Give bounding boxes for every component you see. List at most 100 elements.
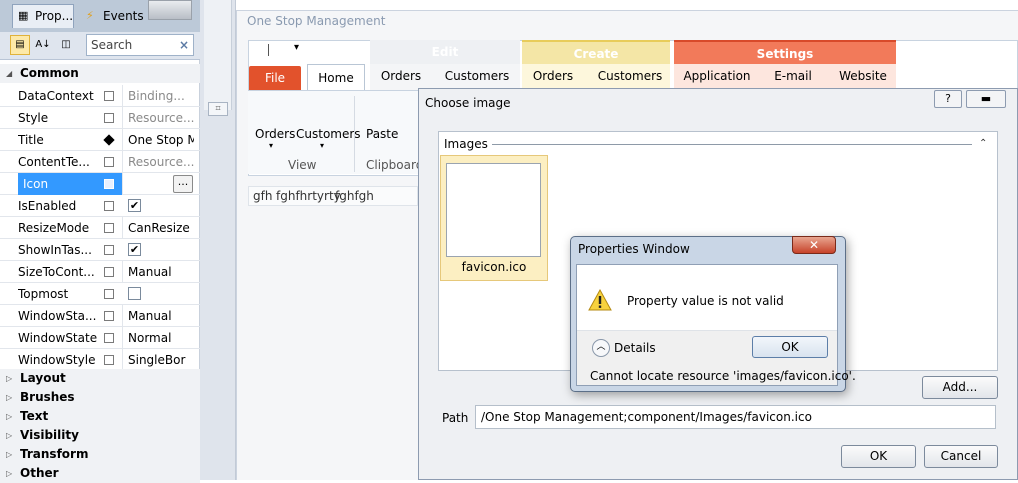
property-value[interactable]: Resource... (122, 107, 194, 129)
tab-home[interactable]: Home (307, 64, 365, 91)
property-value[interactable]: Binding... (122, 85, 194, 107)
message-close-button[interactable]: ✕ (792, 236, 836, 254)
category-layout[interactable]: ▷ Layout (0, 369, 200, 388)
property-row[interactable]: WindowStyle SingleBor (0, 349, 200, 371)
tab-application[interactable]: Application (680, 64, 754, 88)
category-other[interactable]: ▷ Other (0, 464, 200, 483)
property-value[interactable]: CanResize (122, 217, 194, 239)
property-value[interactable]: One Stop M (122, 129, 194, 151)
context-header-label: Create (573, 47, 619, 61)
property-row[interactable]: ShowInTas... ✔ (0, 239, 200, 261)
property-name: Topmost (18, 287, 69, 301)
property-marker-icon[interactable] (104, 179, 114, 189)
collapse-chevron-icon[interactable]: ⌃ (979, 138, 987, 149)
property-row[interactable]: SizeToCont... Manual (0, 261, 200, 283)
property-value[interactable]: Manual (122, 261, 194, 283)
property-row[interactable]: DataContext Binding... (0, 85, 200, 107)
tab-orders[interactable]: Orders (374, 64, 428, 88)
message-text: Property value is not valid (627, 294, 784, 308)
checkbox-checked[interactable]: ✔ (128, 243, 141, 256)
document-tab[interactable]: fghfgh (335, 189, 374, 203)
property-marker-icon[interactable] (104, 201, 114, 211)
property-marker-icon[interactable] (104, 333, 114, 343)
property-name: ContentTe... (18, 155, 90, 169)
property-value[interactable]: Manual (122, 305, 194, 327)
orders-ribbon-button[interactable]: Orders ▾ (255, 127, 295, 150)
category-text[interactable]: ▷ Text (0, 407, 200, 426)
property-marker-icon[interactable] (104, 157, 114, 167)
property-marker-icon[interactable] (104, 223, 114, 233)
expand-details-icon[interactable]: ︿ (592, 339, 610, 357)
document-tab[interactable]: gfh (253, 189, 272, 203)
property-marker-icon[interactable] (104, 245, 114, 255)
property-row[interactable]: ContentTe... Resource... (0, 151, 200, 173)
property-value[interactable]: SingleBor (122, 349, 194, 371)
property-value[interactable]: Resource... (122, 151, 194, 173)
message-box-title: Properties Window (578, 242, 690, 256)
help-button[interactable]: ? (934, 90, 962, 108)
tab-properties[interactable]: ▦ Prop... (12, 4, 74, 28)
property-marker-icon[interactable] (104, 91, 114, 101)
categorize-icon[interactable]: ▤ (10, 35, 30, 55)
context-header-label: Settings (756, 47, 814, 61)
tab-email[interactable]: E-mail (766, 64, 820, 88)
expand-arrow-icon: ▷ (6, 393, 13, 402)
property-row[interactable]: Title One Stop M (0, 129, 200, 151)
clear-search-icon[interactable]: × (179, 35, 189, 55)
property-value[interactable]: Normal (122, 327, 194, 349)
object-preview-icon (148, 0, 192, 20)
cancel-button[interactable]: Cancel (924, 445, 998, 468)
document-tab[interactable]: fghfhrtyrty (276, 189, 341, 203)
paste-button[interactable]: Paste (366, 127, 398, 141)
property-row[interactable]: WindowSta... Manual (0, 305, 200, 327)
context-header-label: Edit (431, 45, 459, 59)
category-transform[interactable]: ▷ Transform (0, 445, 200, 464)
property-name: SizeToCont... (18, 265, 95, 279)
filter-icon[interactable]: ◫ (56, 35, 76, 55)
add-button[interactable]: Add... (922, 376, 998, 399)
property-marker-icon[interactable] (104, 289, 114, 299)
close-button[interactable]: ▬ (966, 90, 1006, 108)
checkbox-checked[interactable]: ✔ (128, 199, 141, 212)
category-brushes[interactable]: ▷ Brushes (0, 388, 200, 407)
details-toggle[interactable]: Details (614, 341, 656, 355)
property-marker-icon[interactable] (104, 267, 114, 277)
image-preview (446, 163, 541, 257)
customers-ribbon-button[interactable]: Customers ▾ (296, 127, 361, 150)
property-name: DataContext (18, 89, 94, 103)
property-marker-icon[interactable] (104, 311, 114, 321)
category-label: Brushes (20, 390, 75, 404)
close-icon: ✕ (808, 238, 820, 252)
category-common[interactable]: ◢ Common (0, 64, 200, 83)
tab-website[interactable]: Website (832, 64, 894, 88)
tab-customers[interactable]: Customers (440, 64, 514, 88)
browse-button[interactable]: ... (173, 175, 193, 193)
thumbnail-caption: favicon.ico (461, 260, 527, 274)
property-row[interactable]: ResizeMode CanResize (0, 217, 200, 239)
search-input[interactable]: Search × (86, 34, 194, 56)
property-row[interactable]: WindowState Normal (0, 327, 200, 349)
property-name: ResizeMode (18, 221, 90, 235)
tab-events[interactable]: ⚡ Events (80, 4, 144, 28)
property-marker-icon[interactable] (104, 355, 114, 365)
property-row[interactable]: Style Resource... (0, 107, 200, 129)
checkbox-unchecked[interactable] (128, 287, 141, 300)
tab-orders[interactable]: Orders (526, 64, 580, 88)
message-ok-button[interactable]: OK (752, 336, 828, 358)
ok-button[interactable]: OK (841, 445, 916, 468)
warning-icon (588, 289, 612, 311)
quick-access-dropdown-icon[interactable]: ▾ (294, 42, 299, 53)
tab-customers[interactable]: Customers (592, 64, 668, 88)
property-row[interactable]: Topmost (0, 283, 200, 305)
tab-file[interactable]: File (249, 66, 301, 90)
property-row[interactable]: IsEnabled ✔ (0, 195, 200, 217)
category-visibility[interactable]: ▷ Visibility (0, 426, 200, 445)
property-row-selected[interactable]: Icon ... (0, 173, 200, 195)
resize-grip-icon[interactable]: ⌗ (208, 102, 228, 116)
category-label: Visibility (20, 428, 79, 442)
path-field[interactable]: /One Stop Management;component/Images/fa… (475, 405, 996, 429)
category-label: Other (20, 466, 59, 480)
sort-alphabetical-icon[interactable]: A↓ (33, 35, 53, 55)
property-marker-icon[interactable] (103, 134, 115, 146)
property-marker-icon[interactable] (104, 113, 114, 123)
